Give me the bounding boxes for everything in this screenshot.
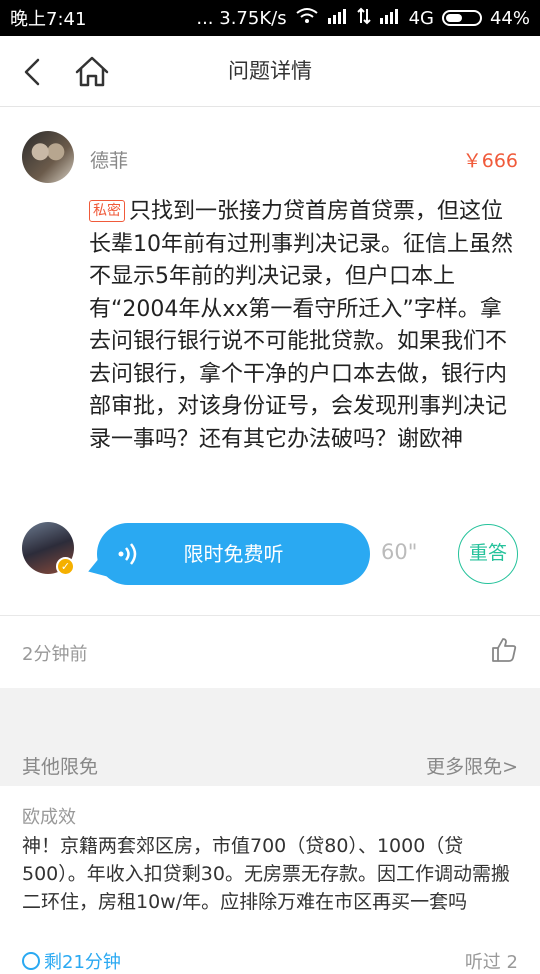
home-button[interactable] (72, 52, 112, 92)
private-tag: 私密 (89, 200, 125, 222)
thumbs-up-icon[interactable] (490, 636, 518, 664)
voice-duration: 60" (381, 540, 418, 564)
sound-wave-icon (118, 543, 137, 565)
status-right: ... 3.75K/s 4G 44% (196, 7, 530, 30)
question-text-block: 私密 只找到一张接力贷首房首贷票，但这位长辈10年前有过刑事判决记录。征信上虽然不… (89, 196, 519, 456)
question-text: 只找到一张接力贷首房首贷票，但这位长辈10年前有过刑事判决记录。征信上虽然不显示… (89, 199, 513, 452)
reanswer-button[interactable]: 重答 (458, 524, 518, 584)
wifi-icon (295, 7, 319, 30)
asker-name[interactable]: 德菲 (90, 146, 128, 173)
verified-badge-icon: ✓ (56, 557, 75, 576)
battery-icon (441, 10, 482, 26)
card-author-name: 欧成效 (22, 807, 76, 828)
card-question-text[interactable]: 神！京籍两套郊区房，市值700（贷80）、1000（贷500）。年收入扣贷剩30… (22, 832, 522, 916)
other-free-title: 其他限免 (22, 756, 99, 778)
card-remaining-label: 剩21分钟 (44, 952, 121, 973)
battery-level: 44% (489, 7, 530, 29)
listen-label: 限时免费听 (183, 542, 284, 566)
network-type: 4G (408, 7, 434, 29)
signal-icon-2 (379, 8, 401, 29)
home-icon (75, 56, 109, 87)
nav-bar: 问题详情 (0, 36, 540, 107)
asker-avatar[interactable] (22, 131, 74, 183)
chevron-left-icon (24, 58, 40, 86)
divider (0, 615, 540, 616)
data-transfer-icon (356, 7, 371, 30)
price-label: ￥666 (462, 150, 518, 172)
network-speed: ... 3.75K/s (196, 7, 287, 29)
more-free-link[interactable]: 更多限免> (426, 752, 518, 779)
status-time: 晚上7:41 (10, 9, 87, 30)
status-bar: 晚上7:41 ... 3.75K/s 4G 44% (0, 0, 540, 36)
card-listened-count: 听过 2 (464, 952, 518, 973)
clock-icon (22, 952, 40, 970)
time-ago: 2分钟前 (22, 644, 88, 665)
card-remaining-time: 剩21分钟 (22, 948, 121, 974)
signal-icon (327, 8, 349, 29)
back-button[interactable] (14, 52, 54, 92)
